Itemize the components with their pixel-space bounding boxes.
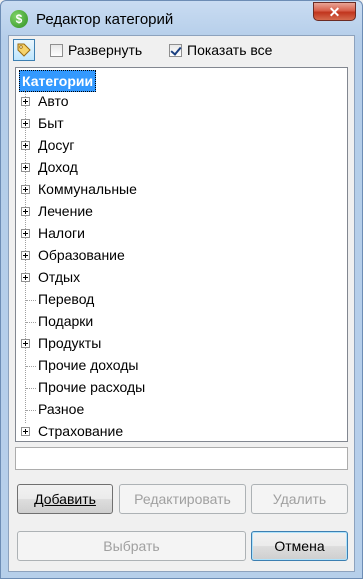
delete-button-label: Удалить	[272, 491, 327, 507]
tree-item-label[interactable]: Образование	[38, 247, 125, 263]
tree-item[interactable]: Образование	[16, 245, 346, 267]
tag-icon[interactable]	[13, 39, 35, 61]
title-bar[interactable]: $ Редактор категорий ✕	[1, 1, 362, 37]
edit-button-label: Редактировать	[134, 491, 231, 507]
show-all-checkbox[interactable]: Показать все	[169, 42, 272, 58]
expand-plus-icon[interactable]	[21, 163, 30, 172]
tree-item[interactable]: Налоги	[16, 223, 346, 245]
tree-item[interactable]: Продукты	[16, 333, 346, 355]
tree-item-label[interactable]: Налоги	[38, 225, 85, 241]
tree-item[interactable]: Доход	[16, 157, 346, 179]
expand-checkbox-box[interactable]	[50, 43, 63, 57]
tree-branch-line	[26, 322, 36, 323]
tree-item[interactable]: Разное	[16, 399, 346, 421]
add-button-label: Добавить	[34, 491, 96, 507]
show-all-checkbox-box[interactable]	[169, 43, 182, 57]
expand-plus-icon[interactable]	[21, 119, 30, 128]
expand-plus-icon[interactable]	[21, 97, 30, 106]
tree-item[interactable]: Быт	[16, 113, 346, 135]
add-button[interactable]: Добавить	[17, 484, 113, 514]
tree-item-label[interactable]: Досуг	[38, 137, 75, 153]
tree-item[interactable]: Прочие доходы	[16, 355, 346, 377]
tree-item-label[interactable]: Авто	[38, 93, 69, 109]
tree-item[interactable]: Страхование	[16, 421, 346, 441]
tree-item[interactable]: Отдых	[16, 267, 346, 289]
toolbar: Развернуть Показать все	[9, 36, 354, 64]
tree-branch-line	[26, 410, 36, 411]
tree-root[interactable]: Категории	[16, 69, 346, 92]
tree-item[interactable]: Лечение	[16, 201, 346, 223]
tree-item-label[interactable]: Лечение	[38, 203, 93, 219]
tree-item[interactable]: Прочие расходы	[16, 377, 346, 399]
category-detail-field[interactable]	[15, 447, 348, 470]
dialog-body: Развернуть Показать все Категории Авто Бы…	[8, 35, 355, 572]
close-button[interactable]: ✕	[313, 2, 356, 21]
category-editor-window: $ Редактор категорий ✕ Развернуть Показа…	[0, 0, 363, 579]
delete-button[interactable]: Удалить	[251, 484, 348, 514]
tree-branch-line	[26, 366, 36, 367]
tree-item-label[interactable]: Отдых	[38, 269, 80, 285]
show-all-checkbox-label: Показать все	[187, 42, 273, 58]
tree-item-label[interactable]: Прочие расходы	[38, 379, 145, 395]
expand-plus-icon[interactable]	[21, 273, 30, 282]
tree-item-label[interactable]: Доход	[38, 159, 78, 175]
tree-item-label[interactable]: Страхование	[38, 423, 123, 439]
expand-checkbox-label: Развернуть	[68, 42, 143, 58]
expand-plus-icon[interactable]	[21, 251, 30, 260]
dollar-icon: $	[10, 10, 28, 28]
tree-item-label[interactable]: Подарки	[38, 313, 93, 329]
select-button[interactable]: Выбрать	[17, 531, 246, 561]
window-title: Редактор категорий	[36, 11, 174, 28]
select-button-label: Выбрать	[103, 538, 160, 554]
tree-branch-line	[26, 388, 36, 389]
tree-root-label[interactable]: Категории	[19, 70, 97, 92]
tree-item-label[interactable]: Продукты	[38, 335, 101, 351]
expand-plus-icon[interactable]	[21, 229, 30, 238]
tree-item-label[interactable]: Прочие доходы	[38, 357, 138, 373]
tree-branch-line	[26, 300, 36, 301]
tree-item[interactable]: Подарки	[16, 311, 346, 333]
tree-item-label[interactable]: Разное	[38, 401, 84, 417]
expand-plus-icon[interactable]	[21, 207, 30, 216]
tree-item[interactable]: Перевод	[16, 289, 346, 311]
expand-plus-icon[interactable]	[21, 185, 30, 194]
expand-plus-icon[interactable]	[21, 339, 30, 348]
tree-item-label[interactable]: Коммунальные	[38, 181, 137, 197]
tree-item-label[interactable]: Перевод	[38, 291, 94, 307]
edit-button[interactable]: Редактировать	[119, 484, 246, 514]
expand-checkbox[interactable]: Развернуть	[50, 42, 142, 58]
tree-item[interactable]: Коммунальные	[16, 179, 346, 201]
tree-item[interactable]: Авто	[16, 91, 346, 113]
cancel-button[interactable]: Отмена	[251, 531, 348, 561]
cancel-button-label: Отмена	[274, 538, 325, 554]
expand-plus-icon[interactable]	[21, 427, 30, 436]
category-tree[interactable]: Категории Авто Быт Досуг Доход Коммунальные Л…	[15, 67, 348, 442]
expand-plus-icon[interactable]	[21, 141, 30, 150]
tree-item[interactable]: Досуг	[16, 135, 346, 157]
tree-item-label[interactable]: Быт	[38, 115, 64, 131]
